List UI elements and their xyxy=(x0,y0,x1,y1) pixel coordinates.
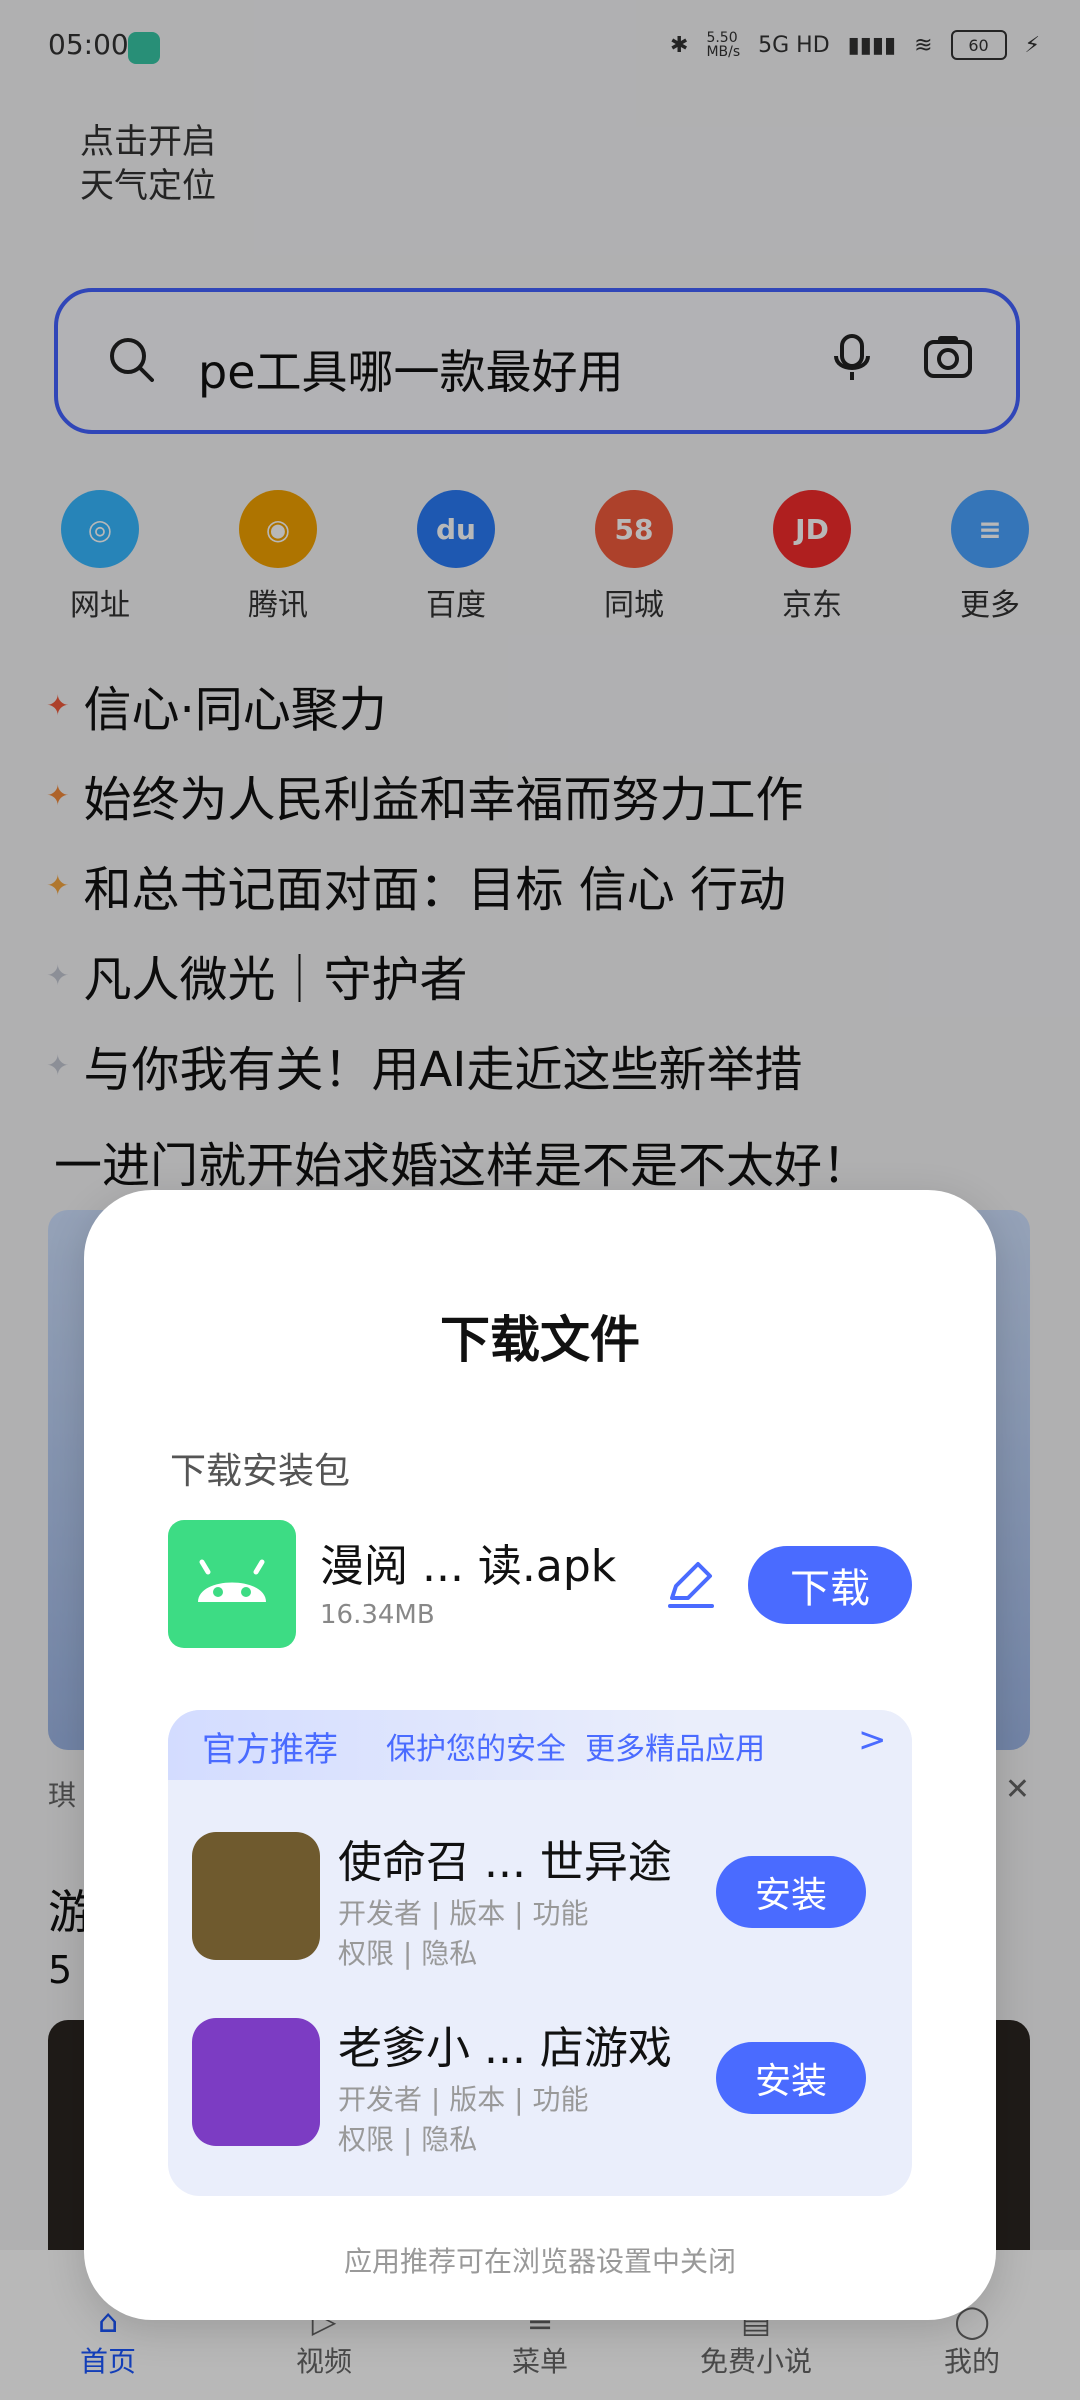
android-icon xyxy=(168,1520,296,1648)
app-meta[interactable]: 权限 | 隐私 xyxy=(338,2118,477,2158)
download-dialog: 下载文件 下载安装包 漫阅 ... 读.apk 16.34MB 下载 官方推荐 … xyxy=(84,1190,996,2320)
app-name: 老爹小 ... 店游戏 xyxy=(338,2023,672,2074)
app-meta[interactable]: 开发者 | 版本 | 功能 xyxy=(338,2078,588,2118)
recommendation-banner[interactable]: 官方推荐 保护您的安全 更多精品应用 > xyxy=(168,1710,912,1780)
dialog-subtitle: 下载安装包 xyxy=(170,1451,351,1492)
app-meta[interactable]: 开发者 | 版本 | 功能 xyxy=(338,1892,588,1932)
official-recommend-label: 官方推荐 xyxy=(202,1730,338,1770)
dialog-footer-note: 应用推荐可在浏览器设置中关闭 xyxy=(343,2245,736,2278)
recommended-app-item[interactable]: 使命召 ... 世异途 开发者 | 版本 | 功能 权限 | 隐私 安装 xyxy=(168,1822,912,2002)
install-button[interactable]: 安装 xyxy=(716,1856,866,1928)
app-name: 使命召 ... 世异途 xyxy=(338,1837,672,1888)
download-button[interactable]: 下载 xyxy=(748,1546,912,1624)
app-meta[interactable]: 权限 | 隐私 xyxy=(338,1932,477,1972)
chevron-right-icon: > xyxy=(858,1720,887,1760)
game-icon xyxy=(192,2018,320,2146)
recommended-app-item[interactable]: 老爹小 ... 店游戏 开发者 | 版本 | 功能 权限 | 隐私 安装 xyxy=(168,2008,912,2188)
apk-file-name: 漫阅 ... 读.apk xyxy=(320,1541,617,1592)
apk-file-size: 16.34MB xyxy=(320,1600,435,1630)
install-button[interactable]: 安装 xyxy=(716,2042,866,2114)
dialog-title: 下载文件 xyxy=(440,1311,640,1369)
recommend-description: 保护您的安全 更多精品应用 xyxy=(386,1732,766,1767)
recommendation-panel: 官方推荐 保护您的安全 更多精品应用 > 使命召 ... 世异途 开发者 | 版… xyxy=(168,1710,912,2196)
game-icon xyxy=(192,1832,320,1960)
edit-icon[interactable] xyxy=(662,1556,718,1612)
